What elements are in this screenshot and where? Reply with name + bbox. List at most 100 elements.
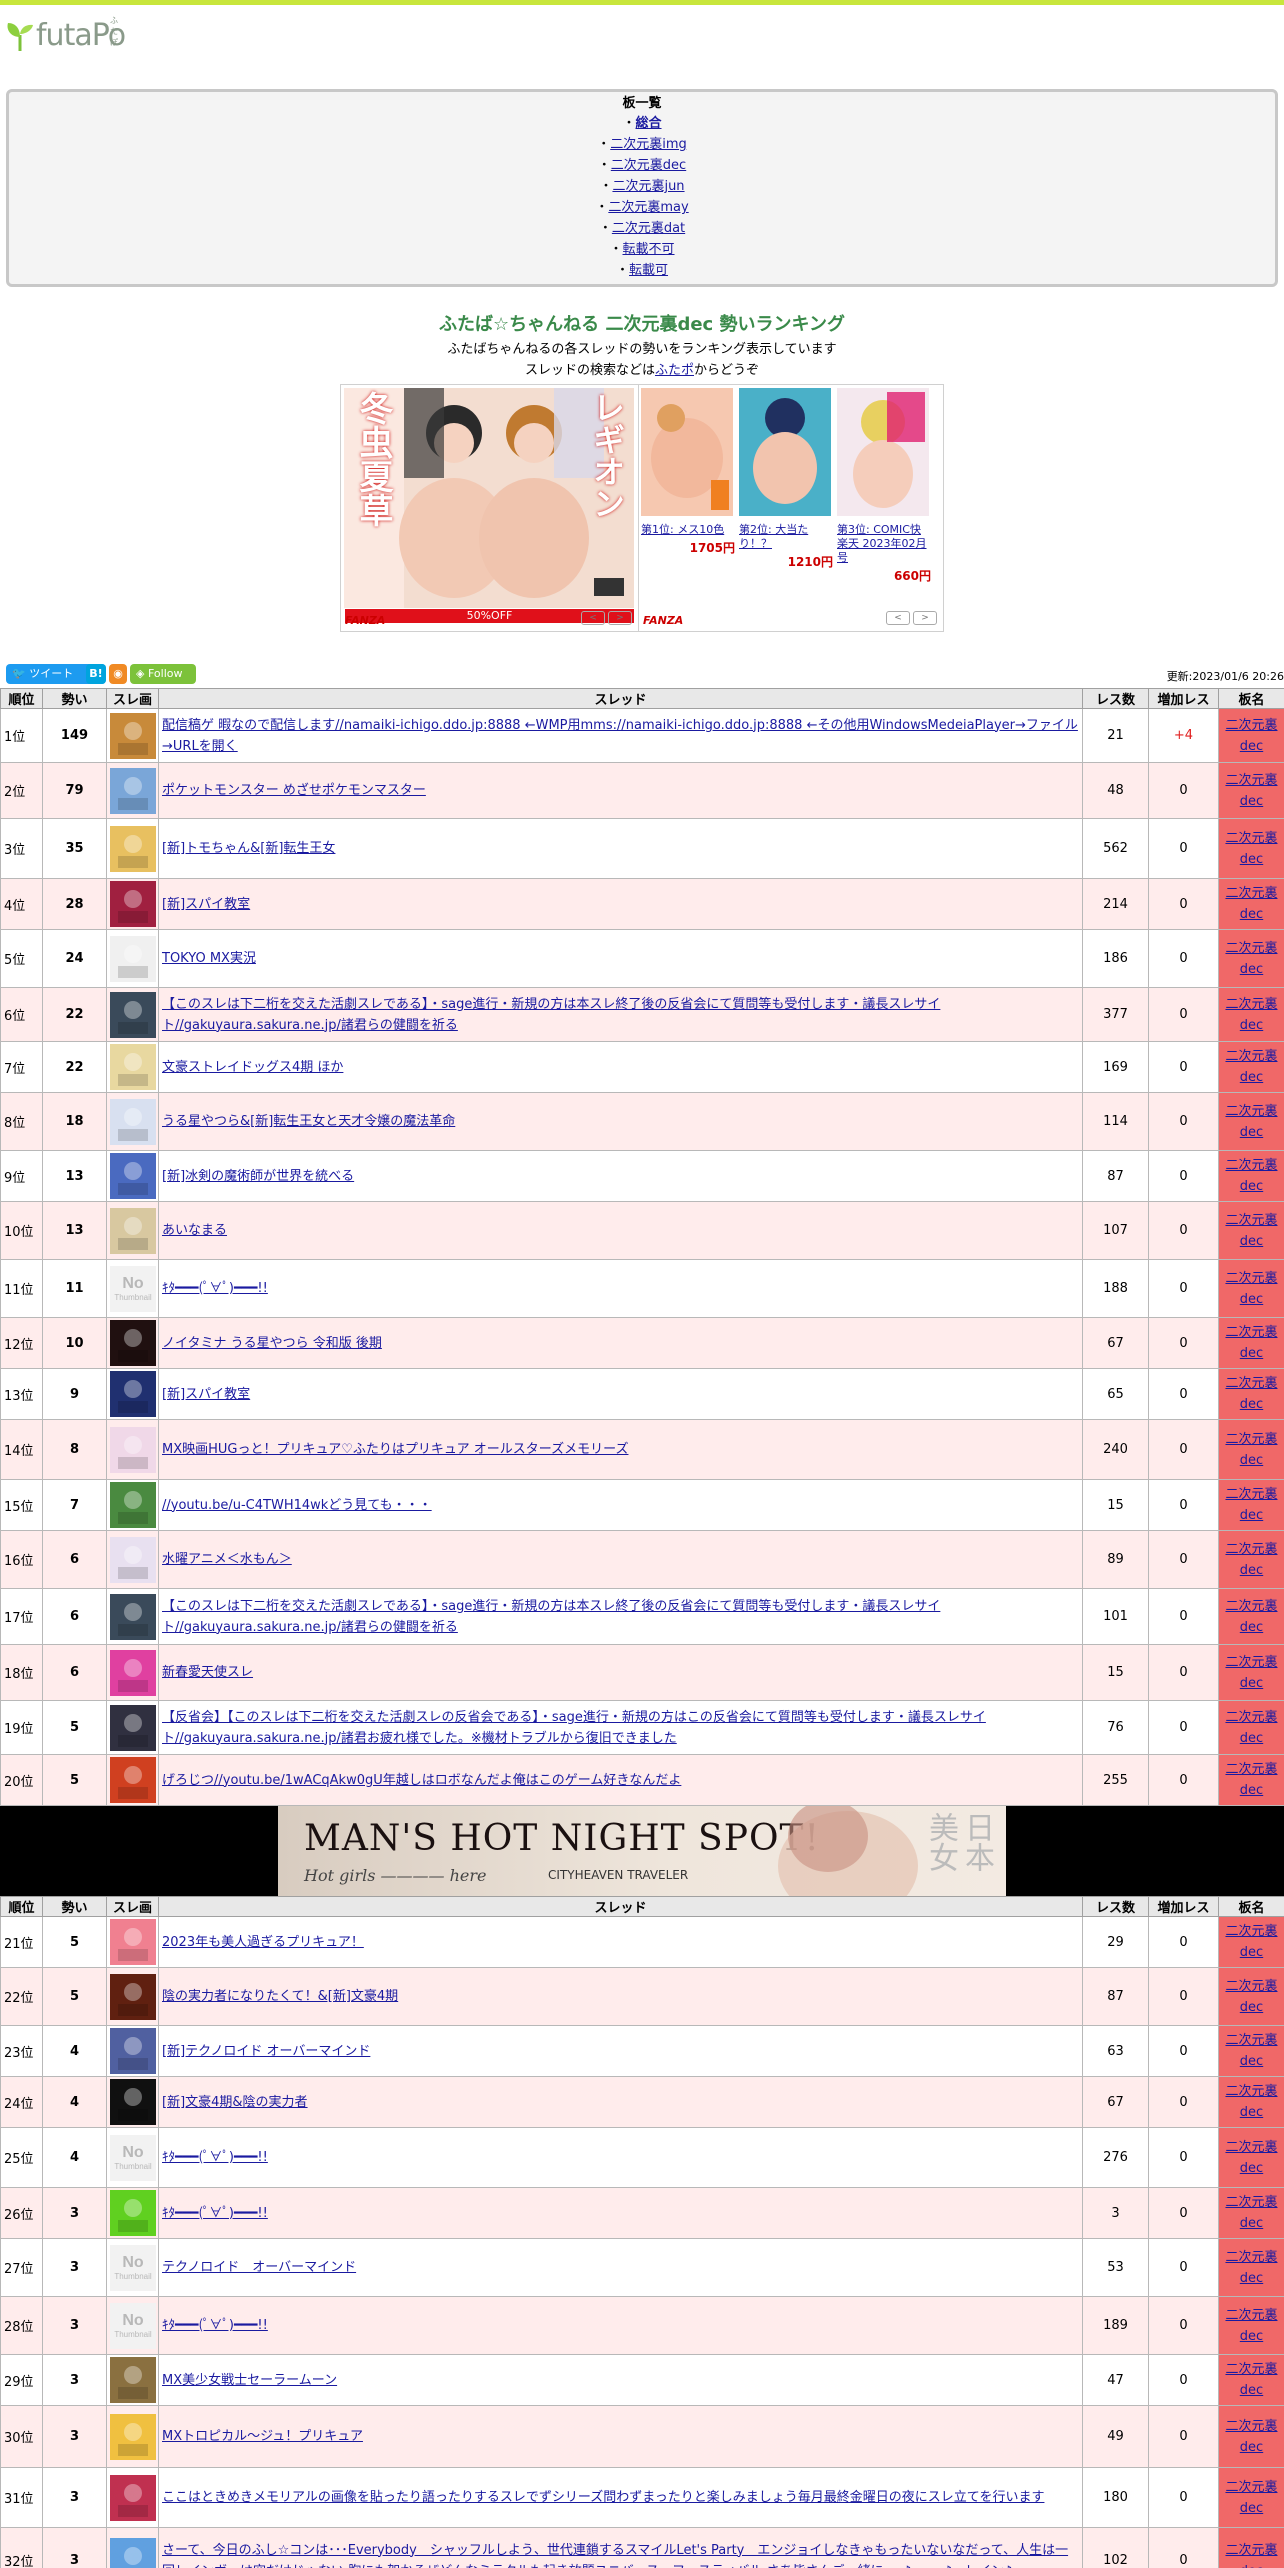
ad-main[interactable]: 冬虫夏草 レギオン 50%OFF FANZA < > xyxy=(341,385,639,631)
board-name-link[interactable]: 二次元裏 dec xyxy=(1219,1101,1284,1143)
thread-thumbnail[interactable] xyxy=(109,1044,156,1090)
thread-link[interactable]: 文豪ストレイドッグス4期 ほか xyxy=(162,1060,343,1075)
thread-link[interactable]: さーて、今日のふし☆コンは･･･Everybody シャッフルしよう、世代連鎖す… xyxy=(162,2543,1068,2568)
thread-thumbnail[interactable] xyxy=(109,1536,156,1583)
ad-ranking-item-1[interactable]: 第1位: メス10色 1705円 xyxy=(641,388,735,628)
thread-thumbnail[interactable] xyxy=(109,2028,156,2074)
board-name-link[interactable]: 二次元裏 dec xyxy=(1219,1210,1284,1252)
thread-link[interactable]: TOKYO MX実況 xyxy=(162,951,256,966)
board-name-link[interactable]: 二次元裏 dec xyxy=(1219,994,1284,1036)
board-name-link[interactable]: 二次元裏 dec xyxy=(1219,2359,1284,2401)
thread-link[interactable]: MXトロピカル～ジュ！プリキュア xyxy=(162,2429,363,2444)
thread-thumbnail[interactable] xyxy=(109,1482,156,1528)
board-name-link[interactable]: 二次元裏 dec xyxy=(1219,1373,1284,1415)
thread-link[interactable]: [新]冰剣の魔術師が世界を統べる xyxy=(162,1169,354,1184)
board-name-link[interactable]: 二次元裏 dec xyxy=(1219,938,1284,980)
board-link[interactable]: 二次元裏img xyxy=(610,137,687,152)
board-name-link[interactable]: 二次元裏 dec xyxy=(1219,1976,1284,2018)
thread-link[interactable]: ｷﾀ━━━(ﾟ∀ﾟ)━━━!! xyxy=(162,1281,268,1296)
thread-thumbnail[interactable] xyxy=(109,2413,156,2460)
thread-link[interactable]: [新]スパイ教室 xyxy=(162,1387,250,1402)
thread-thumbnail[interactable] xyxy=(109,935,156,982)
board-name-link[interactable]: 二次元裏 dec xyxy=(1219,1759,1284,1801)
thread-link[interactable]: ｷﾀ━━━(ﾟ∀ﾟ)━━━!! xyxy=(162,2318,268,2333)
thread-link[interactable]: ｷﾀ━━━(ﾟ∀ﾟ)━━━!! xyxy=(162,2150,268,2165)
thread-thumbnail[interactable] xyxy=(109,1593,156,1640)
board-name-link[interactable]: 二次元裏 dec xyxy=(1219,2192,1284,2234)
board-name-link[interactable]: 二次元裏 dec xyxy=(1219,1155,1284,1197)
board-link[interactable]: ... xyxy=(642,284,654,287)
board-name-link[interactable]: 二次元裏 dec xyxy=(1219,770,1284,812)
board-name-link[interactable]: 二次元裏 dec xyxy=(1219,1268,1284,1310)
thread-link[interactable]: //youtu.be/u-C4TWH14wkどう見ても・・・ xyxy=(162,1498,432,1513)
thread-link[interactable]: 配信稿ゲ 暇なので配信します//namaiki-ichigo.ddo.jp:88… xyxy=(162,718,1078,754)
thread-thumbnail[interactable] xyxy=(109,2357,156,2403)
board-name-link[interactable]: 二次元裏 dec xyxy=(1219,2477,1284,2519)
board-link[interactable]: 二次元裏may xyxy=(608,200,688,215)
board-name-link[interactable]: 二次元裏 dec xyxy=(1219,715,1284,757)
thread-thumbnail[interactable] xyxy=(109,1973,156,2020)
thread-thumbnail[interactable] xyxy=(109,1320,156,1366)
thread-link[interactable]: 新春愛天使スレ xyxy=(162,1665,253,1680)
thread-link[interactable]: ポケットモンスター めざせポケモンマスター xyxy=(162,783,426,798)
thread-thumbnail[interactable] xyxy=(109,1098,156,1145)
board-name-link[interactable]: 二次元裏 dec xyxy=(1219,828,1284,870)
thread-link[interactable]: [新]テクノロイド オーバーマインド xyxy=(162,2044,370,2059)
thread-thumbnail[interactable] xyxy=(109,1207,156,1254)
thread-thumbnail[interactable] xyxy=(109,825,156,872)
thread-link[interactable]: テクノロイド オーバーマインド xyxy=(162,2260,356,2275)
thread-link[interactable]: [新]文豪4期&陰の実力者 xyxy=(162,2095,308,2110)
board-name-link[interactable]: 二次元裏 dec xyxy=(1219,2247,1284,2289)
ad-ranking-item-3[interactable]: 第3位: COMIC快楽天 2023年02月号 660円 xyxy=(837,388,931,628)
no-thumbnail-icon[interactable]: NoThumbnail xyxy=(109,1265,156,1312)
thread-thumbnail[interactable] xyxy=(109,712,156,759)
no-thumbnail-icon[interactable]: NoThumbnail xyxy=(109,2244,156,2291)
thread-link[interactable]: 陰の実力者になりたくて！&[新]文豪4期 xyxy=(162,1989,398,2004)
thread-link[interactable]: 【反省会】【このスレは下二桁を交えた活劇スレの反省会である】・sage進行・新規… xyxy=(162,1710,986,1746)
thread-thumbnail[interactable] xyxy=(109,1649,156,1696)
thread-link[interactable]: MX映画HUGっと！プリキュア♡ふたりはプリキュア オールスターズメモリーズ xyxy=(162,1442,628,1457)
thread-link[interactable]: ｷﾀ━━━(ﾟ∀ﾟ)━━━!! xyxy=(162,2206,268,2221)
board-name-link[interactable]: 二次元裏 dec xyxy=(1219,883,1284,925)
thread-link[interactable]: あいなまる xyxy=(162,1223,227,1238)
board-name-link[interactable]: 二次元裏 dec xyxy=(1219,2540,1284,2568)
thread-link[interactable]: うる星やつら&[新]転生王女と天才令嬢の魔法革命 xyxy=(162,1114,455,1129)
thread-thumbnail[interactable] xyxy=(109,2079,156,2125)
ad-ranking-item-2[interactable]: 第2位: 大当たり！？ 1210円 xyxy=(739,388,833,628)
board-name-link[interactable]: 二次元裏 dec xyxy=(1219,1322,1284,1364)
thread-link[interactable]: 【このスレは下二桁を交えた活劇スレである】・sage進行・新規の方は本スレ終了後… xyxy=(162,997,940,1033)
board-name-link[interactable]: 二次元裏 dec xyxy=(1219,1707,1284,1749)
thread-link[interactable]: 【このスレは下二桁を交えた活劇スレである】・sage進行・新規の方は本スレ終了後… xyxy=(162,1599,940,1635)
thread-thumbnail[interactable] xyxy=(109,881,156,927)
thread-thumbnail[interactable] xyxy=(109,1153,156,1199)
futapo-link[interactable]: ふたポ xyxy=(655,363,694,378)
thread-link[interactable]: 2023年も美人過ぎるプリキュア！ xyxy=(162,1935,364,1950)
no-thumbnail-icon[interactable]: NoThumbnail xyxy=(109,2302,156,2349)
thread-thumbnail[interactable] xyxy=(109,767,156,814)
board-name-link[interactable]: 二次元裏 dec xyxy=(1219,2416,1284,2458)
feedly-follow-button[interactable]: ◈ Follow xyxy=(130,664,196,684)
board-link[interactable]: 二次元裏jun xyxy=(612,179,684,194)
board-name-link[interactable]: 二次元裏 dec xyxy=(1219,1539,1284,1581)
board-name-link[interactable]: 二次元裏 dec xyxy=(1219,1429,1284,1471)
board-link[interactable]: 二次元裏dat xyxy=(612,221,685,236)
board-name-link[interactable]: 二次元裏 dec xyxy=(1219,1921,1284,1963)
ad-next-button[interactable]: > xyxy=(913,611,937,625)
board-link[interactable]: 転載不可 xyxy=(623,242,675,257)
thread-thumbnail[interactable] xyxy=(109,2537,156,2568)
thread-link[interactable]: ノイタミナ うる星やつら 令和版 後期 xyxy=(162,1336,382,1351)
thread-link[interactable]: MX美少女戦士セーラームーン xyxy=(162,2373,337,2388)
board-name-link[interactable]: 二次元裏 dec xyxy=(1219,2081,1284,2123)
thread-thumbnail[interactable] xyxy=(109,1371,156,1417)
thread-thumbnail[interactable] xyxy=(109,2474,156,2521)
hatena-bookmark-button[interactable]: B! xyxy=(86,664,106,684)
thread-thumbnail[interactable] xyxy=(109,2190,156,2236)
board-name-link[interactable]: 二次元裏 dec xyxy=(1219,2030,1284,2072)
thread-thumbnail[interactable] xyxy=(109,1757,156,1803)
thread-link[interactable]: ここはときめきメモリアルの画像を貼ったり語ったりするスレでずシリーズ問わずまった… xyxy=(162,2490,1044,2505)
board-name-link[interactable]: 二次元裏 dec xyxy=(1219,1652,1284,1694)
thread-link[interactable]: 水曜アニメ＜水もん＞ xyxy=(162,1552,292,1567)
board-link[interactable]: 二次元裏dec xyxy=(611,158,686,173)
board-name-link[interactable]: 二次元裏 dec xyxy=(1219,2137,1284,2179)
thread-link[interactable]: げろじつ//youtu.be/1wACqAkw0gU年越しはロボなんだよ俺はこの… xyxy=(162,1773,681,1788)
